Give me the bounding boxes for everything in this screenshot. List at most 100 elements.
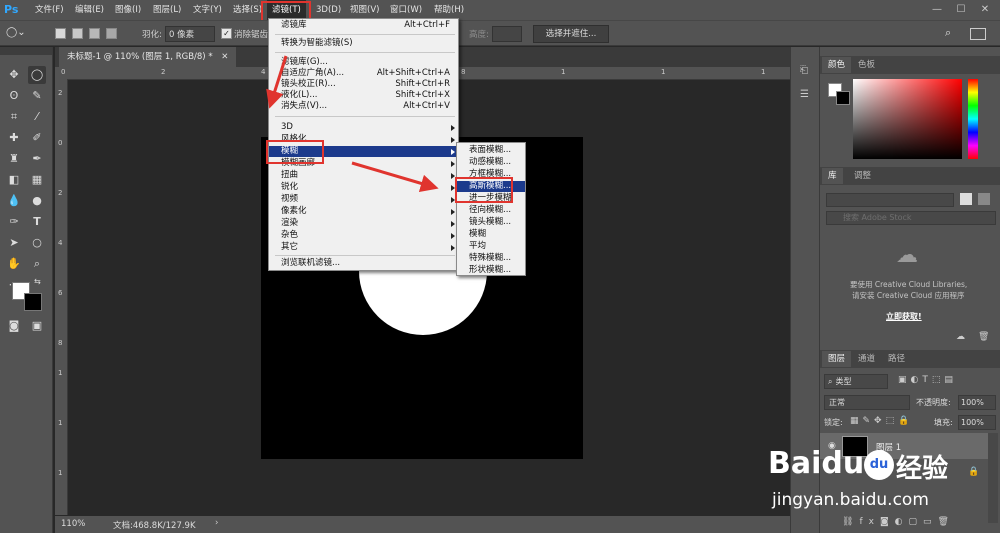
zoom-level[interactable]: 110% [61, 519, 85, 529]
healing-brush-icon[interactable]: ✚ [5, 129, 23, 147]
search-icon[interactable]: ⌕ [945, 26, 951, 40]
select-and-mask-button[interactable]: 选择并遮住... [533, 25, 609, 43]
menu-item-browse-online[interactable]: 浏览联机滤镜... [269, 258, 458, 269]
menu-image[interactable]: 图像(I) [110, 0, 146, 20]
menu-window[interactable]: 窗口(W) [385, 0, 427, 20]
menu-item-adaptive-wide-angle[interactable]: 自适应广角(A)... Alt+Shift+Ctrl+A [269, 68, 458, 79]
menu-item-convert-smart-filters[interactable]: 转换为智能滤镜(S) [269, 38, 458, 49]
pen-tool-icon[interactable]: ✑ [5, 213, 23, 231]
type-tool-icon[interactable]: T [28, 213, 46, 231]
menu-item-radial-blur[interactable]: 径向模糊... [457, 205, 525, 216]
tab-paths[interactable]: 路径 [882, 351, 911, 367]
menu-item-3d[interactable]: 3D [269, 122, 458, 133]
menu-item-motion-blur[interactable]: 动感模糊... [457, 157, 525, 168]
layer-filter-icons[interactable]: ▣◐T⬚▤ [898, 375, 957, 385]
menu-file[interactable]: 文件(F) [30, 0, 69, 20]
menu-item-video[interactable]: 视频 [269, 194, 458, 205]
quick-select-tool-icon[interactable]: ✎ [28, 87, 46, 105]
new-selection-icon[interactable] [55, 28, 66, 39]
menu-item-average[interactable]: 平均 [457, 241, 525, 252]
layer-filter-select[interactable]: ⌕ 类型 [824, 374, 888, 389]
color-spectrum-field[interactable] [853, 79, 962, 159]
lock-icons[interactable]: ▦✎✥⬚🔒 [850, 416, 913, 426]
hue-slider[interactable] [968, 79, 978, 159]
menu-view[interactable]: 视图(V) [345, 0, 384, 20]
menu-item-lens-blur[interactable]: 镜头模糊... [457, 217, 525, 228]
document-info[interactable]: 文档:468.8K/127.9K [113, 519, 196, 531]
workspace-icon[interactable] [970, 28, 986, 40]
menu-item-smart-blur[interactable]: 特殊模糊... [457, 253, 525, 264]
maximize-button[interactable]: ☐ [950, 0, 972, 20]
status-arrow-icon[interactable]: › [215, 518, 218, 528]
eyedropper-tool-icon[interactable]: ⁄ [28, 108, 46, 126]
menu-item-vanishing-point[interactable]: 消失点(V)... Alt+Ctrl+V [269, 101, 458, 112]
height-input[interactable] [492, 26, 522, 42]
library-select[interactable] [826, 193, 954, 207]
close-tab-icon[interactable]: ✕ [221, 52, 228, 62]
fill-input[interactable]: 100% [958, 415, 996, 430]
dodge-tool-icon[interactable]: ● [28, 192, 46, 210]
properties-panel-icon[interactable]: ☰ [800, 89, 809, 100]
menu-item-filter-gallery-last[interactable]: 滤镜库 Alt+Ctrl+F [269, 20, 458, 31]
tab-color[interactable]: 颜色 [822, 57, 852, 73]
background-color-swatch[interactable] [24, 293, 42, 311]
tab-libraries[interactable]: 库 [822, 168, 843, 184]
menu-type[interactable]: 文字(Y) [188, 0, 227, 20]
color-background-swatch[interactable] [836, 91, 850, 105]
minimize-button[interactable]: — [926, 0, 948, 20]
subtract-selection-icon[interactable] [89, 28, 100, 39]
lasso-tool-icon[interactable]: ʘ [5, 87, 23, 105]
menu-item-liquify[interactable]: 液化(L)... Shift+Ctrl+X [269, 90, 458, 101]
screen-mode-icon[interactable]: ▣ [28, 317, 46, 335]
feather-input[interactable]: 0 像素 [165, 26, 215, 42]
crop-tool-icon[interactable]: ⌗ [5, 108, 23, 126]
layers-scrollbar[interactable] [988, 433, 998, 523]
menu-3d[interactable]: 3D(D) [311, 0, 346, 20]
cc-get-now-link[interactable]: 立即获取! [886, 311, 922, 322]
menu-layer[interactable]: 图层(L) [148, 0, 186, 20]
layers-footer-icons[interactable]: ⛓fx◙◐▢▭🗑 [842, 517, 955, 527]
menu-item-pixelate[interactable]: 像素化 [269, 206, 458, 217]
menu-edit[interactable]: 编辑(E) [70, 0, 109, 20]
hand-tool-icon[interactable]: ✋ [5, 255, 23, 273]
swap-colors-icon[interactable]: ⇆ [34, 277, 41, 286]
zoom-tool-icon[interactable]: ⌕ [28, 255, 46, 273]
tab-swatches[interactable]: 色板 [852, 57, 881, 73]
menu-item-blur-simple[interactable]: 模糊 [457, 229, 525, 240]
path-select-icon[interactable]: ➤ [5, 234, 23, 252]
marquee-preset-icon[interactable]: ◯⌄ [6, 27, 32, 39]
gradient-tool-icon[interactable]: ▦ [28, 171, 46, 189]
blur-tool-icon[interactable]: 💧 [5, 192, 23, 210]
menu-item-surface-blur[interactable]: 表面模糊... [457, 145, 525, 156]
menu-item-filter-gallery[interactable]: 滤镜库(G)... [269, 57, 458, 68]
tab-channels[interactable]: 通道 [852, 351, 881, 367]
move-tool-icon[interactable]: ✥ [5, 66, 23, 84]
history-panel-icon[interactable]: ⎗ [800, 65, 808, 76]
tab-adjustments[interactable]: 调整 [848, 168, 877, 184]
menu-item-shape-blur[interactable]: 形状模糊... [457, 265, 525, 276]
history-brush-icon[interactable]: ✒ [28, 150, 46, 168]
clone-stamp-icon[interactable]: ♜ [5, 150, 23, 168]
library-trash-icon[interactable]: 🗑 [978, 332, 989, 342]
menu-item-other[interactable]: 其它 [269, 242, 458, 253]
menu-item-render[interactable]: 渲染 [269, 218, 458, 229]
blend-mode-select[interactable]: 正常 [824, 395, 910, 410]
menu-item-distort[interactable]: 扭曲 [269, 170, 458, 181]
antialias-checkbox[interactable]: ✓ [221, 28, 232, 39]
tab-layers[interactable]: 图层 [822, 351, 852, 367]
close-button[interactable]: ✕ [974, 0, 996, 20]
opacity-input[interactable]: 100% [958, 395, 996, 410]
quick-mask-icon[interactable]: ◙ [5, 317, 23, 335]
intersect-selection-icon[interactable] [106, 28, 117, 39]
library-cc-icon[interactable]: ☁ [956, 332, 965, 342]
menu-item-sharpen[interactable]: 锐化 [269, 182, 458, 193]
marquee-tool-icon[interactable]: ◯ [28, 66, 46, 84]
menu-item-noise[interactable]: 杂色 [269, 230, 458, 241]
grid-view-icon[interactable] [960, 193, 972, 205]
list-view-icon[interactable] [978, 193, 990, 205]
toolbar-grip[interactable] [0, 47, 52, 55]
document-tab[interactable]: 未标题-1 @ 110% (图层 1, RGB/8) * ✕ [59, 47, 237, 67]
library-search-input[interactable]: 搜索 Adobe Stock [826, 211, 996, 225]
eraser-tool-icon[interactable]: ◧ [5, 171, 23, 189]
menu-item-lens-correction[interactable]: 镜头校正(R)... Shift+Ctrl+R [269, 79, 458, 90]
